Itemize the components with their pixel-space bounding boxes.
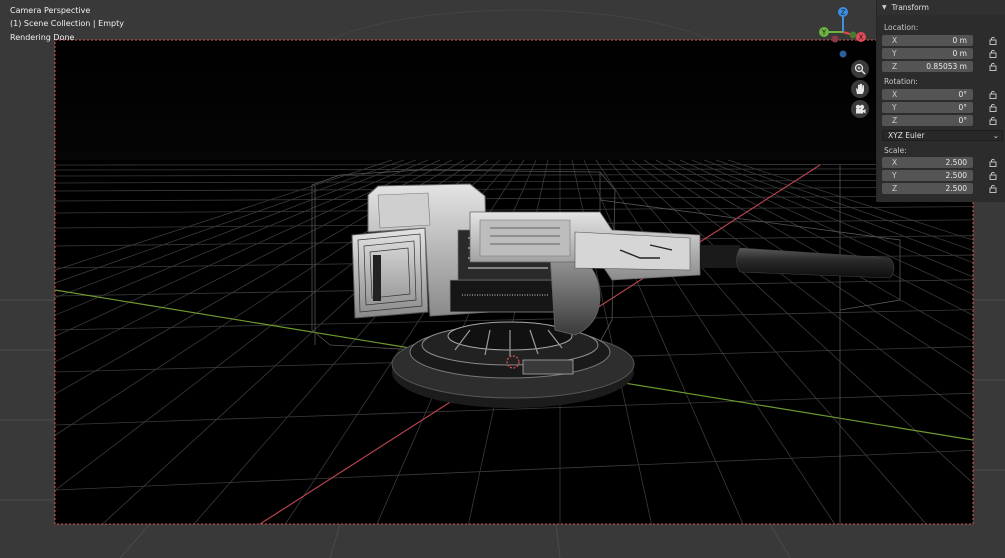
location-label: Location:	[884, 23, 919, 32]
gizmo-y-label: Y	[821, 29, 827, 37]
gizmo-neg-x[interactable]	[831, 35, 839, 43]
scale-row-x: X 2.500	[882, 157, 1000, 169]
lock-icon[interactable]	[989, 184, 998, 193]
location-row-x: X 0 m	[882, 35, 1000, 47]
axis-label: Z	[892, 184, 898, 193]
render-status-label: Rendering Done	[10, 33, 75, 42]
transform-panel-header[interactable]: ▼ Transform	[877, 0, 1005, 15]
scale-row-y: Y 2.500	[882, 170, 1000, 182]
lock-icon[interactable]	[989, 103, 998, 112]
field-value: 0°	[958, 103, 967, 112]
location-row-y: Y 0 m	[882, 48, 1000, 60]
lock-icon[interactable]	[989, 171, 998, 180]
rotation-label: Rotation:	[884, 77, 918, 86]
lock-icon[interactable]	[989, 49, 998, 58]
rotation-z-field[interactable]: Z 0°	[882, 115, 973, 126]
axis-label: Y	[892, 103, 897, 112]
field-value: 0.85053 m	[926, 62, 967, 71]
lock-icon[interactable]	[989, 90, 998, 99]
rotation-row-z: Z 0°	[882, 115, 1000, 127]
location-y-field[interactable]: Y 0 m	[882, 48, 973, 59]
location-z-field[interactable]: Z 0.85053 m	[882, 61, 973, 72]
axis-label: X	[892, 158, 898, 167]
lock-icon[interactable]	[989, 36, 998, 45]
scale-label: Scale:	[884, 146, 907, 155]
camera-view-icon[interactable]	[851, 100, 869, 118]
rotation-mode-dropdown[interactable]: XYZ Euler ⌄	[882, 130, 1003, 141]
rotation-row-y: Y 0°	[882, 102, 1000, 114]
axis-label: X	[892, 36, 898, 45]
hand-pan-icon[interactable]	[851, 80, 869, 98]
scale-row-z: Z 2.500	[882, 183, 1000, 195]
rotation-mode-value: XYZ Euler	[888, 131, 925, 140]
axis-label: Z	[892, 62, 898, 71]
rotation-x-field[interactable]: X 0°	[882, 89, 973, 100]
collection-label: (1) Scene Collection | Empty	[10, 19, 124, 28]
lock-icon[interactable]	[989, 158, 998, 167]
scale-z-field[interactable]: Z 2.500	[882, 183, 973, 194]
field-value: 2.500	[945, 184, 967, 193]
zoom-icon[interactable]	[851, 60, 869, 78]
axis-label: X	[892, 90, 898, 99]
lock-icon[interactable]	[989, 62, 998, 71]
scale-x-field[interactable]: X 2.500	[882, 157, 973, 168]
axis-label: Z	[892, 116, 898, 125]
axis-label: Y	[892, 49, 897, 58]
field-value: 2.500	[945, 158, 967, 167]
field-value: 0 m	[952, 49, 967, 58]
axis-label: Y	[892, 171, 897, 180]
location-x-field[interactable]: X 0 m	[882, 35, 973, 46]
field-value: 2.500	[945, 171, 967, 180]
navigation-gizmo[interactable]: Z Y X	[813, 2, 871, 58]
chevron-down-icon: ⌄	[992, 131, 999, 140]
rotation-y-field[interactable]: Y 0°	[882, 102, 973, 113]
transform-panel: ▼ Transform Location: X 0 m Y 0 m Z 0.85053 m…	[876, 0, 1005, 202]
gizmo-neg-y[interactable]	[849, 31, 857, 39]
field-value: 0°	[958, 116, 967, 125]
view-name-label: Camera Perspective	[10, 6, 91, 15]
collapse-triangle-icon[interactable]: ▼	[882, 4, 887, 11]
field-value: 0 m	[952, 36, 967, 45]
field-value: 0°	[958, 90, 967, 99]
rotation-row-x: X 0°	[882, 89, 1000, 101]
location-row-z: Z 0.85053 m	[882, 61, 1000, 73]
scale-y-field[interactable]: Y 2.500	[882, 170, 973, 181]
transform-title: Transform	[891, 3, 929, 12]
gizmo-z-label: Z	[841, 9, 846, 17]
lock-icon[interactable]	[989, 116, 998, 125]
gizmo-x-label: X	[859, 34, 864, 42]
gizmo-neg-z[interactable]	[839, 50, 847, 58]
